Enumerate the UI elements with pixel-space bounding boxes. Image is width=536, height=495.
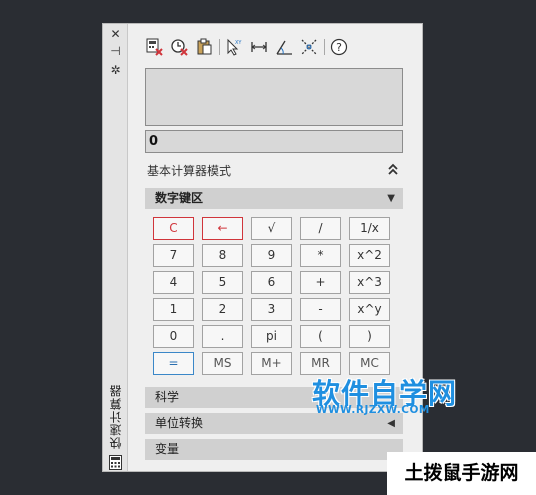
key-2[interactable]: 2	[202, 298, 243, 321]
key-8[interactable]: 8	[202, 244, 243, 267]
key-pi[interactable]: pi	[251, 325, 292, 348]
key-close-paren[interactable]: )	[349, 325, 390, 348]
key-clear[interactable]: C	[153, 217, 194, 240]
key-5[interactable]: 5	[202, 271, 243, 294]
units-section-header[interactable]: 单位转换 ◀	[145, 413, 403, 434]
key-7[interactable]: 7	[153, 244, 194, 267]
key-1[interactable]: 1	[153, 298, 194, 321]
chevron-down-icon: ▼	[387, 193, 395, 204]
key-9[interactable]: 9	[251, 244, 292, 267]
help-icon[interactable]: ?	[329, 37, 349, 57]
numpad-section-title: 数字键区	[155, 191, 204, 205]
toolbar-divider	[324, 39, 325, 55]
key-reciprocal[interactable]: 1/x	[349, 217, 390, 240]
angle-of-line-icon[interactable]	[274, 37, 294, 57]
key-cube[interactable]: x^3	[349, 271, 390, 294]
key-add[interactable]: +	[300, 271, 341, 294]
key-equals[interactable]: =	[153, 352, 194, 375]
clear-calc-icon[interactable]	[144, 37, 164, 57]
watermark-url: WWW.RJZXW.COM	[316, 404, 430, 416]
close-icon[interactable]: ✕	[109, 28, 122, 41]
toolbar-divider	[219, 39, 220, 55]
key-memory-add[interactable]: M+	[251, 352, 292, 375]
key-4[interactable]: 4	[153, 271, 194, 294]
key-open-paren[interactable]: (	[300, 325, 341, 348]
history-display[interactable]	[145, 68, 403, 126]
key-6[interactable]: 6	[251, 271, 292, 294]
key-3[interactable]: 3	[251, 298, 292, 321]
paste-to-commandline-icon[interactable]	[194, 37, 214, 57]
settings-icon[interactable]: ✲	[109, 64, 122, 77]
palette-side-bar: ✕ ⊣ ✲ 快速计算器	[103, 24, 128, 471]
key-subtract[interactable]: -	[300, 298, 341, 321]
get-coordinates-icon[interactable]: XY	[224, 37, 244, 57]
intersection-of-lines-icon[interactable]	[299, 37, 319, 57]
mode-toggle[interactable]: 基本计算器模式	[147, 162, 402, 180]
calculator-icon	[109, 455, 122, 470]
distance-between-points-icon[interactable]	[249, 37, 269, 57]
key-memory-store[interactable]: MS	[202, 352, 243, 375]
entry-input[interactable]: 0	[145, 130, 403, 153]
pin-icon[interactable]: ⊣	[109, 45, 122, 58]
key-power[interactable]: x^y	[349, 298, 390, 321]
key-0[interactable]: 0	[153, 325, 194, 348]
key-sqrt[interactable]: √	[251, 217, 292, 240]
watermark-footer: 土拨鼠手游网	[387, 452, 536, 495]
clear-history-icon[interactable]	[169, 37, 189, 57]
science-section-title: 科学	[155, 390, 180, 404]
svg-text:XY: XY	[235, 40, 242, 46]
chevron-left-icon: ◀	[387, 418, 395, 429]
numpad-section-header[interactable]: 数字键区 ▼	[145, 188, 403, 209]
key-divide[interactable]: /	[300, 217, 341, 240]
mode-label: 基本计算器模式	[147, 164, 232, 178]
variables-section-header[interactable]: 变量	[145, 439, 403, 460]
units-section-title: 单位转换	[155, 416, 204, 430]
variables-section-title: 变量	[155, 442, 180, 456]
key-backspace[interactable]: ←	[202, 217, 243, 240]
svg-text:?: ?	[336, 41, 342, 54]
palette-title: 快速计算器	[109, 384, 123, 449]
key-decimal[interactable]: .	[202, 325, 243, 348]
key-multiply[interactable]: *	[300, 244, 341, 267]
key-square[interactable]: x^2	[349, 244, 390, 267]
quickcalc-toolbar: XY ?	[144, 36, 354, 58]
double-chevron-up-icon[interactable]	[387, 162, 399, 176]
